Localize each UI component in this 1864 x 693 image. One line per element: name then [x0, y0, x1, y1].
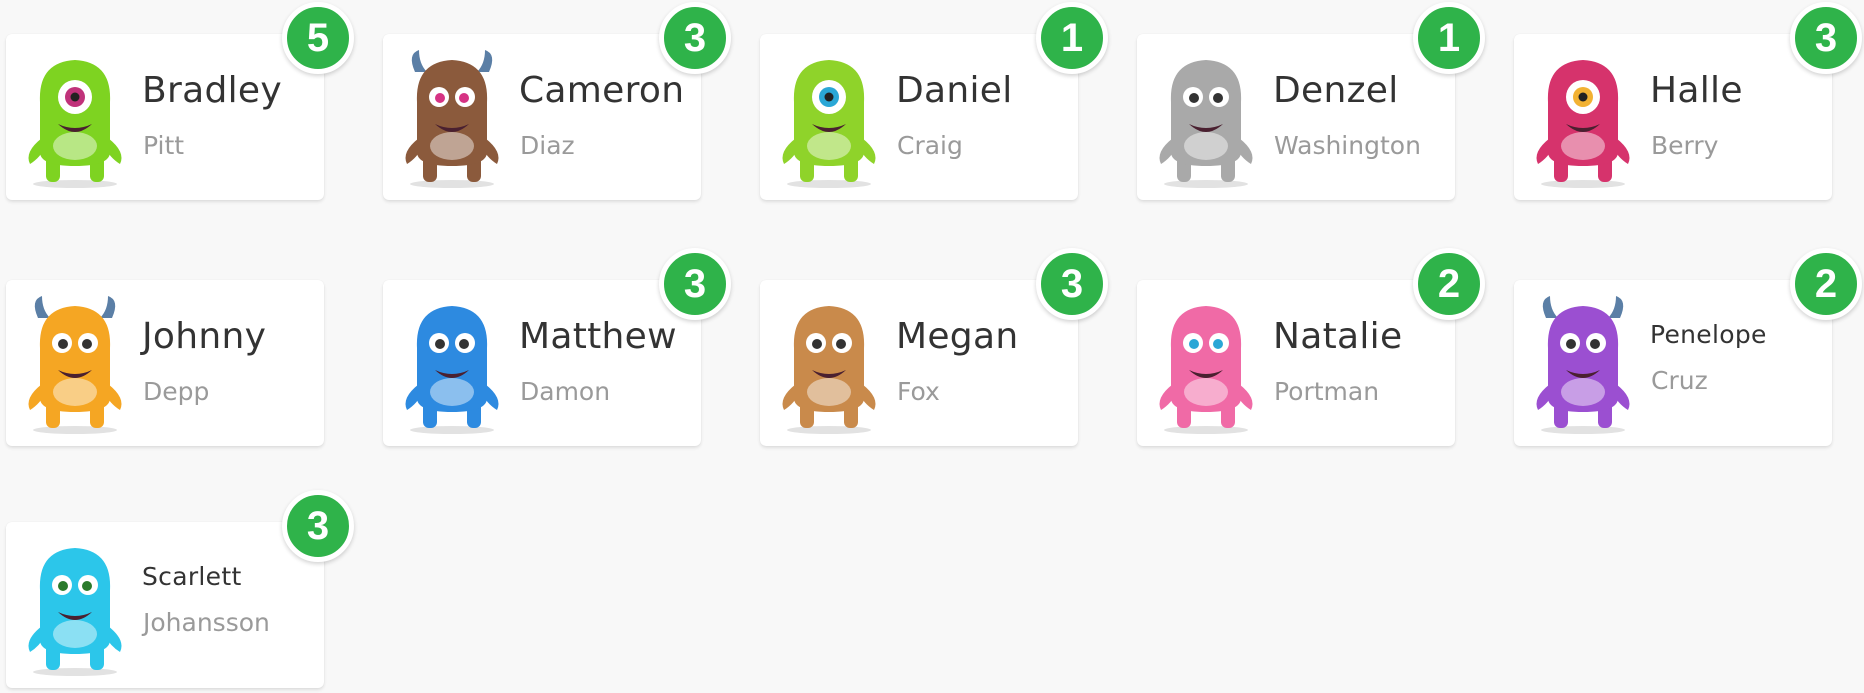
points-badge: 3 [659, 248, 731, 320]
blue-monster-icon [397, 288, 507, 438]
cyan-monster-icon [20, 530, 130, 680]
student-card-bradley[interactable]: Bradley Pitt 5 [6, 2, 354, 200]
student-first-name: Cameron [519, 70, 685, 111]
brown-antler-monster-icon [397, 42, 507, 192]
student-card-cameron[interactable]: Cameron Diaz 3 [383, 2, 731, 200]
gray-monster-icon [1151, 42, 1261, 192]
student-card-natalie[interactable]: Natalie Portman 2 [1137, 248, 1485, 446]
points-badge: 1 [1036, 2, 1108, 74]
calico-monster-icon [774, 288, 884, 438]
green-one-eyed-monster-icon [20, 42, 130, 192]
student-card-johnny[interactable]: Johnny Depp [6, 280, 324, 446]
student-last-name: Johansson [143, 608, 270, 637]
student-first-name: Natalie [1273, 316, 1403, 357]
student-first-name: Penelope [1650, 320, 1767, 349]
student-last-name: Berry [1651, 131, 1719, 160]
pink-one-eyed-monster-icon [1528, 42, 1638, 192]
student-first-name: Denzel [1273, 70, 1399, 111]
points-badge: 5 [282, 2, 354, 74]
green-antenna-monster-icon [774, 42, 884, 192]
student-last-name: Portman [1274, 377, 1380, 406]
purple-horned-monster-icon [1528, 288, 1638, 438]
student-first-name: Scarlett [142, 562, 242, 591]
student-last-name: Fox [897, 377, 940, 406]
student-card-denzel[interactable]: Denzel Washington 1 [1137, 2, 1485, 200]
student-card-daniel[interactable]: Daniel Craig 1 [760, 2, 1108, 200]
student-last-name: Diaz [520, 131, 575, 160]
student-card-halle[interactable]: Halle Berry 3 [1514, 2, 1862, 200]
points-badge: 1 [1413, 2, 1485, 74]
student-last-name: Cruz [1651, 366, 1708, 395]
student-card-scarlett[interactable]: Scarlett Johansson 3 [6, 490, 354, 688]
points-badge: 3 [1790, 2, 1862, 74]
student-grid: Bradley Pitt 5 Cameron Diaz 3 Daniel Cra… [0, 0, 1864, 693]
points-badge: 3 [659, 2, 731, 74]
student-card-penelope[interactable]: Penelope Cruz 2 [1514, 248, 1862, 446]
student-first-name: Bradley [142, 70, 282, 111]
student-card-megan[interactable]: Megan Fox 3 [760, 248, 1108, 446]
student-last-name: Damon [520, 377, 611, 406]
student-first-name: Halle [1650, 70, 1743, 111]
student-first-name: Matthew [519, 316, 677, 357]
student-last-name: Washington [1274, 131, 1421, 160]
student-last-name: Pitt [143, 131, 185, 160]
student-last-name: Depp [143, 377, 210, 406]
points-badge: 3 [282, 490, 354, 562]
student-first-name: Daniel [896, 70, 1013, 111]
student-first-name: Johnny [142, 316, 267, 357]
student-last-name: Craig [897, 131, 963, 160]
student-card-matthew[interactable]: Matthew Damon 3 [383, 248, 731, 446]
points-badge: 2 [1790, 248, 1862, 320]
points-badge: 3 [1036, 248, 1108, 320]
points-badge: 2 [1413, 248, 1485, 320]
pink-monster-icon [1151, 288, 1261, 438]
student-first-name: Megan [896, 316, 1019, 357]
orange-horned-monster-icon [20, 288, 130, 438]
